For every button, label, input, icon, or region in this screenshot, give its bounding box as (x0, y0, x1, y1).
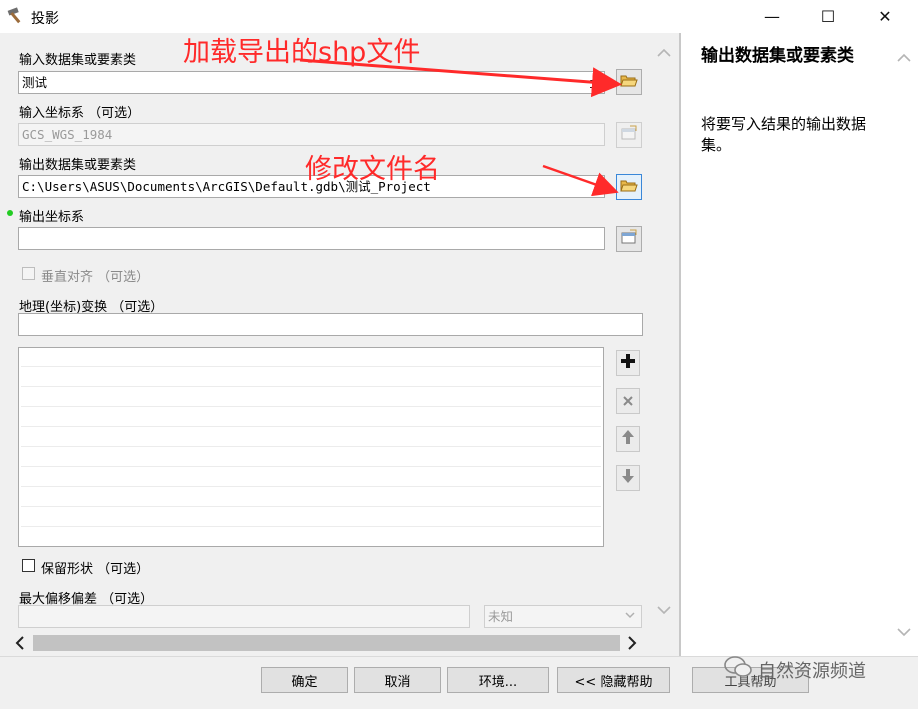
help-title: 输出数据集或要素类 (701, 46, 854, 66)
chevron-up-icon[interactable] (896, 52, 912, 68)
annotation-arrow-1 (299, 58, 622, 98)
hide-help-button[interactable]: << 隐藏帮助 (557, 667, 670, 693)
watermark-text: 自然资源频道 (758, 660, 866, 682)
annotation-arrow-2 (542, 164, 619, 197)
cancel-button[interactable]: 取消 (354, 667, 441, 693)
environments-button[interactable]: 环境... (447, 667, 549, 693)
chevron-down-icon[interactable] (896, 626, 912, 642)
wechat-icon (724, 656, 752, 683)
watermark: 自然资源频道 (724, 656, 866, 683)
ok-button[interactable]: 确定 (261, 667, 348, 693)
help-body: 将要写入结果的输出数据集。 (701, 115, 867, 154)
